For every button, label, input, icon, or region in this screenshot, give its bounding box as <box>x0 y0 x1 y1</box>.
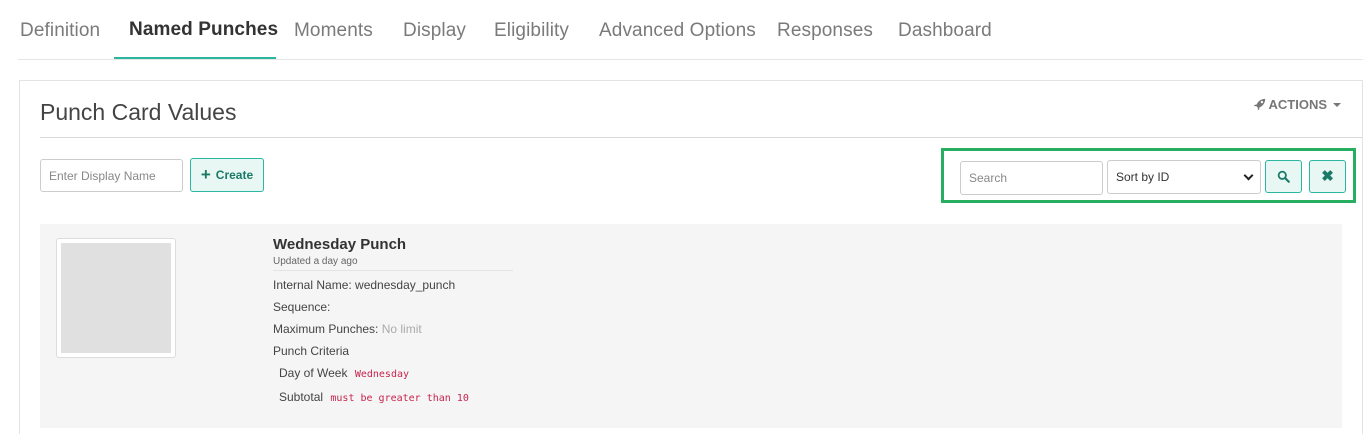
tab-named-punches[interactable]: Named Punches <box>129 19 278 41</box>
divider <box>40 137 1362 138</box>
tab-dashboard[interactable]: Dashboard <box>898 20 992 42</box>
max-punches-row: Maximum Punches: No limit <box>273 322 513 337</box>
criteria-value: must be greater than 10 <box>330 393 469 404</box>
rocket-icon <box>1253 98 1265 111</box>
max-punches-value: No limit <box>381 322 422 336</box>
create-button-label: Create <box>215 168 254 182</box>
updated-timestamp: Updated a day ago <box>273 256 513 271</box>
search-button[interactable] <box>1265 160 1302 193</box>
criteria-row-day-of-week: Day of Week Wednesday <box>279 366 513 382</box>
criteria-row-subtotal: Subtotal must be greater than 10 <box>279 390 513 406</box>
tab-eligibility[interactable]: Eligibility <box>494 20 569 42</box>
close-icon: ✖ <box>1321 168 1334 185</box>
criteria-label: Subtotal <box>279 390 324 404</box>
sequence-label: Sequence: <box>273 300 331 314</box>
tab-display[interactable]: Display <box>403 20 466 42</box>
punch-card-values-panel: Punch Card Values ACTIONS + Create Sort … <box>19 80 1363 434</box>
sequence-row: Sequence: <box>273 300 513 315</box>
search-input[interactable] <box>960 161 1103 195</box>
clear-search-button[interactable]: ✖ <box>1309 160 1346 193</box>
search-sort-group: Sort by ID ✖ <box>941 148 1356 203</box>
tab-moments[interactable]: Moments <box>294 20 373 42</box>
tab-advanced-options[interactable]: Advanced Options <box>599 20 756 42</box>
punch-criteria-heading: Punch Criteria <box>273 344 350 358</box>
caret-down-icon <box>1333 102 1341 107</box>
internal-name-label: Internal Name: <box>273 278 352 292</box>
criteria-label: Day of Week <box>279 366 348 380</box>
active-tab-indicator <box>114 57 276 59</box>
page-title: Punch Card Values <box>40 99 237 125</box>
search-icon <box>1277 170 1290 183</box>
plus-icon: + <box>200 164 211 184</box>
tab-definition[interactable]: Definition <box>20 20 100 42</box>
actions-label: ACTIONS <box>1268 97 1328 112</box>
list-item: Wednesday Punch Updated a day ago Intern… <box>40 224 1342 428</box>
sort-select[interactable]: Sort by ID <box>1107 160 1261 194</box>
criteria-value: Wednesday <box>354 369 410 380</box>
image-placeholder <box>61 243 171 353</box>
chevron-down-icon <box>1243 170 1254 180</box>
internal-name-row: Internal Name: wednesday_punch <box>273 278 513 293</box>
punch-details: Wednesday Punch Updated a day ago Intern… <box>273 236 513 406</box>
create-button[interactable]: + Create <box>190 158 264 192</box>
tab-bar: Definition Named Punches Moments Display… <box>18 0 1363 60</box>
punch-name: Wednesday Punch <box>273 236 407 253</box>
sort-selected-value: Sort by ID <box>1116 170 1170 184</box>
display-name-input[interactable] <box>40 159 183 192</box>
punch-image <box>56 238 176 358</box>
max-punches-label: Maximum Punches: <box>273 322 379 336</box>
tab-responses[interactable]: Responses <box>777 20 873 42</box>
internal-name-value: wednesday_punch <box>355 278 456 292</box>
actions-dropdown[interactable]: ACTIONS <box>1253 97 1341 112</box>
